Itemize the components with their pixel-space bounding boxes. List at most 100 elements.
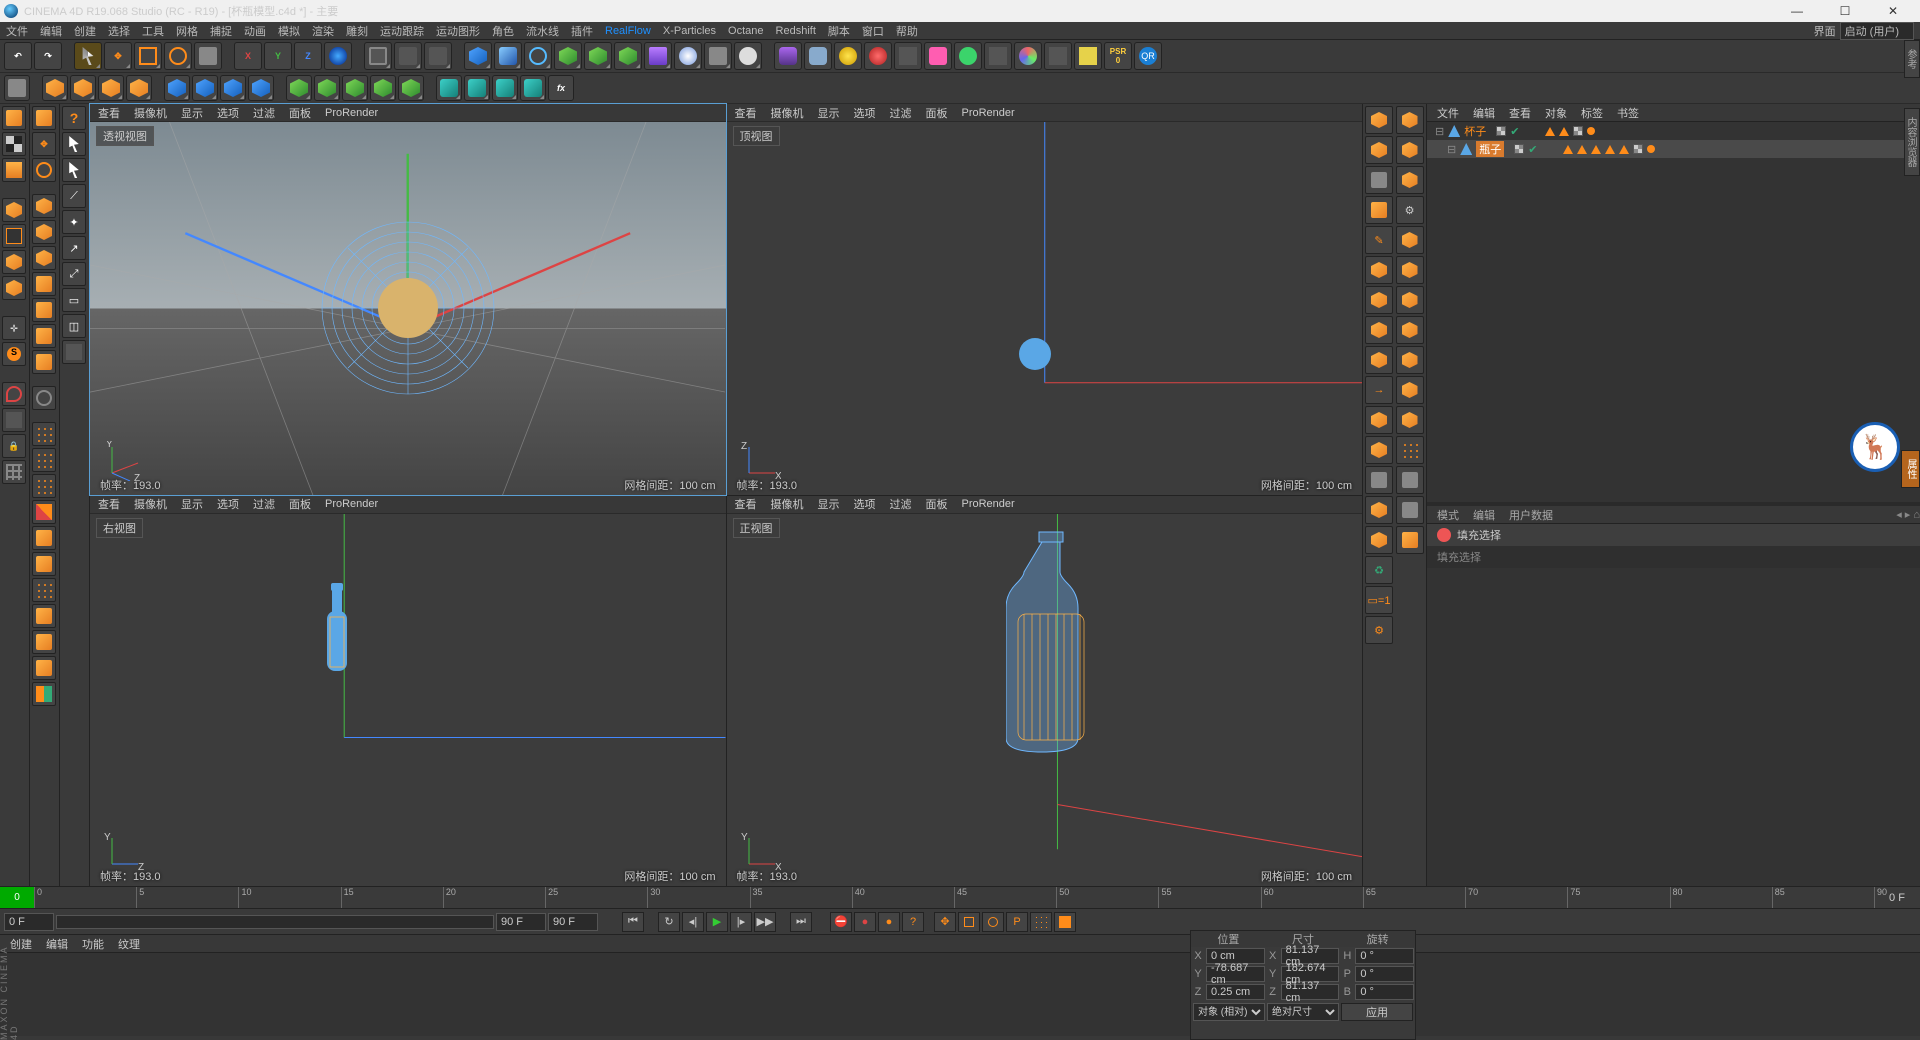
rc[interactable]: [1365, 316, 1393, 344]
menu-item[interactable]: 流水线: [526, 23, 559, 39]
next-key-button[interactable]: |▸: [730, 912, 752, 932]
psr-button[interactable]: PSR0: [1104, 42, 1132, 70]
rc[interactable]: [1365, 256, 1393, 284]
tc2[interactable]: [32, 220, 56, 244]
environment[interactable]: [674, 42, 702, 70]
grid-icon[interactable]: [2, 460, 26, 484]
tc2[interactable]: [32, 500, 56, 524]
vtab-attr[interactable]: 属性: [1901, 450, 1920, 488]
tb2[interactable]: [520, 75, 546, 101]
x-axis-lock[interactable]: X: [234, 42, 262, 70]
snap-toggle[interactable]: [2, 382, 26, 406]
tc2[interactable]: [32, 386, 56, 410]
rc[interactable]: ▭=1: [1365, 586, 1393, 614]
plugin-icon[interactable]: [834, 42, 862, 70]
tc2[interactable]: [32, 324, 56, 348]
generator-extrude[interactable]: [584, 42, 612, 70]
coord-system[interactable]: [324, 42, 352, 70]
loop-button[interactable]: ↻: [658, 912, 680, 932]
size-mode-select[interactable]: 绝对尺寸: [1267, 1003, 1339, 1021]
tb2[interactable]: [248, 75, 274, 101]
tc2[interactable]: [32, 656, 56, 680]
menu-item[interactable]: 渲染: [312, 23, 334, 39]
lock-icon[interactable]: 🔒: [2, 434, 26, 458]
rc[interactable]: [1396, 526, 1424, 554]
vtab[interactable]: 内容浏览器: [1904, 108, 1920, 176]
plugin-icon[interactable]: [924, 42, 952, 70]
axis-mode[interactable]: ⊹: [2, 316, 26, 340]
viewport-front[interactable]: 查看摄像机显示选项过滤面板ProRender 正视图 YX 帧率：193.0网格…: [727, 496, 1363, 887]
tb2[interactable]: [314, 75, 340, 101]
camera[interactable]: [704, 42, 732, 70]
tc2[interactable]: ✥: [32, 132, 56, 156]
rc[interactable]: [1365, 166, 1393, 194]
menu-item[interactable]: 文件: [6, 23, 28, 39]
make-editable[interactable]: [2, 106, 26, 130]
tc3[interactable]: ↗: [62, 236, 86, 260]
rc[interactable]: [1396, 466, 1424, 494]
rotate-tool[interactable]: [164, 42, 192, 70]
tc3[interactable]: [62, 340, 86, 364]
menu-item[interactable]: 脚本: [828, 23, 850, 39]
point-mode[interactable]: [2, 224, 26, 248]
rc[interactable]: [1365, 526, 1393, 554]
tb2[interactable]: [398, 75, 424, 101]
keyopt-button[interactable]: ?: [902, 912, 924, 932]
tc2[interactable]: [32, 630, 56, 654]
tc2[interactable]: [32, 552, 56, 576]
rc[interactable]: [1365, 346, 1393, 374]
recycle-icon[interactable]: ♻: [1365, 556, 1393, 584]
rc[interactable]: [1396, 256, 1424, 284]
rc[interactable]: [1365, 466, 1393, 494]
material-manager[interactable]: [0, 952, 1920, 1036]
texture-mode[interactable]: [2, 158, 26, 182]
apply-button[interactable]: 应用: [1341, 1003, 1413, 1021]
viewport-right[interactable]: 查看摄像机显示选项过滤面板ProRender 右视图 YZ 帧率：193.0网格…: [90, 496, 726, 887]
rc[interactable]: ✎: [1365, 226, 1393, 254]
rc[interactable]: [1365, 496, 1393, 524]
tc2[interactable]: [32, 272, 56, 296]
rc[interactable]: →: [1365, 376, 1393, 404]
menu-item[interactable]: 模拟: [278, 23, 300, 39]
tc3[interactable]: ▭: [62, 288, 86, 312]
move-tool[interactable]: ✥: [104, 42, 132, 70]
plugin-icon[interactable]: [1044, 42, 1072, 70]
rc[interactable]: [1396, 496, 1424, 524]
scale-tool[interactable]: [134, 42, 162, 70]
autokey-button[interactable]: ●: [854, 912, 876, 932]
rc[interactable]: [1396, 316, 1424, 344]
plugin-icon[interactable]: [804, 42, 832, 70]
timeline[interactable]: 0 051015202530354045505560657075808590 0…: [0, 886, 1920, 908]
menu-item[interactable]: 动画: [244, 23, 266, 39]
tc2[interactable]: [32, 526, 56, 550]
rc[interactable]: [1365, 136, 1393, 164]
edge-mode[interactable]: [2, 250, 26, 274]
render-view[interactable]: [364, 42, 392, 70]
rc[interactable]: [1396, 226, 1424, 254]
undo-button[interactable]: ↶: [4, 42, 32, 70]
record-button[interactable]: ⛔: [830, 912, 852, 932]
goto-start-button[interactable]: ⏮: [622, 912, 644, 932]
tb2[interactable]: [370, 75, 396, 101]
menu-plugin-xparticles[interactable]: X-Particles: [663, 25, 716, 37]
rc[interactable]: [1396, 106, 1424, 134]
tc3[interactable]: ✦: [62, 210, 86, 234]
menu-item[interactable]: 角色: [492, 23, 514, 39]
plugin-icon[interactable]: [954, 42, 982, 70]
tc2[interactable]: [32, 106, 56, 130]
key-button[interactable]: ●: [878, 912, 900, 932]
tc2[interactable]: [32, 246, 56, 270]
tc2-grid[interactable]: [32, 422, 56, 446]
deformer[interactable]: [644, 42, 672, 70]
history-button[interactable]: [4, 75, 30, 101]
rc[interactable]: [1396, 166, 1424, 194]
menu-item[interactable]: 运动图形: [436, 23, 480, 39]
primitive-cube[interactable]: [464, 42, 492, 70]
menu-plugin-realflow[interactable]: RealFlow: [605, 25, 651, 37]
tb2[interactable]: [464, 75, 490, 101]
menu-plugin-redshift[interactable]: Redshift: [776, 25, 816, 37]
maximize-button[interactable]: ☐: [1830, 4, 1860, 18]
tc2[interactable]: [32, 158, 56, 182]
viewport-top[interactable]: 查看摄像机显示选项过滤面板ProRender 顶视图 XZ 帧率：193.0网格…: [727, 104, 1363, 495]
rc[interactable]: [1365, 196, 1393, 224]
